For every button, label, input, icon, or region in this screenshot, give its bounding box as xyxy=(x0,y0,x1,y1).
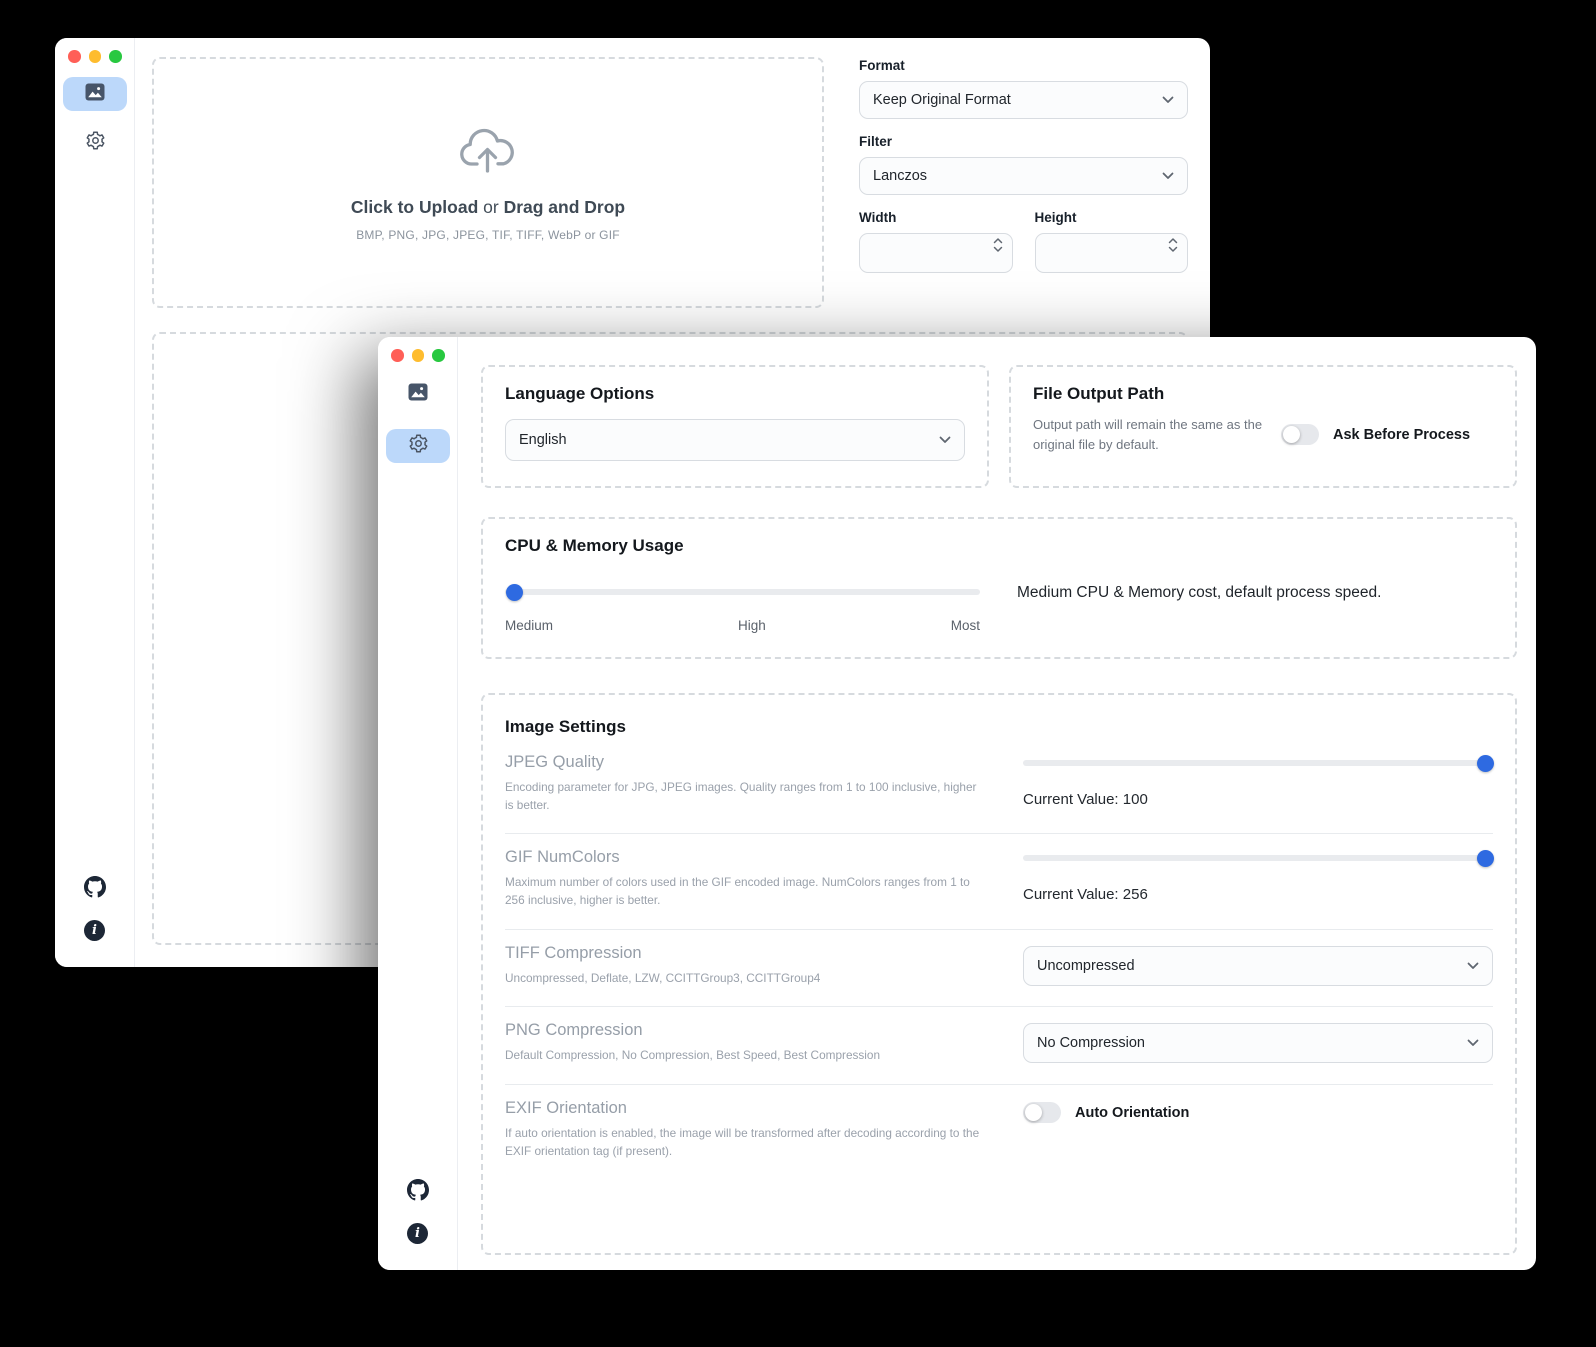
image-settings-title: Image Settings xyxy=(505,717,1493,737)
desktop: i Click to Upload or Drag and Drop BMP, … xyxy=(0,0,1596,1347)
jpeg-quality-slider[interactable] xyxy=(1023,760,1493,766)
file-output-path-panel: File Output Path Output path will remain… xyxy=(1009,365,1517,488)
tiff-compression-title: TIFF Compression xyxy=(505,944,1010,963)
sidebar-item-images[interactable] xyxy=(63,77,127,111)
png-compression-description: Default Compression, No Compression, Bes… xyxy=(505,1047,983,1065)
auto-orientation-toggle[interactable] xyxy=(1023,1102,1061,1123)
gif-numcolors-description: Maximum number of colors used in the GIF… xyxy=(505,874,983,909)
ask-before-process-label: Ask Before Process xyxy=(1333,427,1470,443)
chevron-down-icon xyxy=(1162,168,1174,184)
slider-thumb[interactable] xyxy=(1477,850,1494,867)
close-button[interactable] xyxy=(391,349,404,362)
chevron-down-icon xyxy=(1467,1035,1479,1051)
gif-numcolors-current-value: Current Value: 256 xyxy=(1023,886,1493,903)
cpu-memory-title: CPU & Memory Usage xyxy=(505,536,1493,556)
jpeg-quality-current-value: Current Value: 100 xyxy=(1023,791,1493,808)
gif-numcolors-title: GIF NumColors xyxy=(505,848,1010,867)
width-label: Width xyxy=(859,210,1013,225)
stepper-up-down-icon[interactable] xyxy=(993,237,1003,253)
language-options-panel: Language Options English xyxy=(481,365,989,488)
conversion-form: Format Keep Original Format Filter Lancz… xyxy=(859,58,1188,273)
tiff-compression-select[interactable]: Uncompressed xyxy=(1023,946,1493,986)
tiff-compression-description: Uncompressed, Deflate, LZW, CCITTGroup3,… xyxy=(505,970,983,988)
close-button[interactable] xyxy=(68,50,81,63)
slider-thumb[interactable] xyxy=(1477,755,1494,772)
jpeg-quality-title: JPEG Quality xyxy=(505,753,1010,772)
gif-numcolors-row: GIF NumColors Maximum number of colors u… xyxy=(505,834,1493,929)
jpeg-quality-row: JPEG Quality Encoding parameter for JPG,… xyxy=(505,737,1493,834)
cpu-memory-panel: CPU & Memory Usage Medium High Most Medi… xyxy=(481,517,1517,659)
gear-icon xyxy=(85,130,106,156)
sidebar-item-settings[interactable] xyxy=(63,126,127,160)
filter-label: Filter xyxy=(859,134,1188,149)
chevron-down-icon xyxy=(939,432,951,448)
gear-icon xyxy=(408,433,429,459)
tick-high: High xyxy=(738,618,766,633)
exif-orientation-row: EXIF Orientation If auto orientation is … xyxy=(505,1085,1493,1179)
file-output-path-title: File Output Path xyxy=(1033,384,1493,404)
png-compression-title: PNG Compression xyxy=(505,1021,1010,1040)
zoom-button[interactable] xyxy=(109,50,122,63)
language-options-title: Language Options xyxy=(505,384,965,404)
upload-cloud-icon xyxy=(458,124,518,181)
cpu-memory-status: Medium CPU & Memory cost, default proces… xyxy=(1017,581,1381,633)
sidebar-item-images[interactable] xyxy=(386,377,450,411)
github-icon[interactable] xyxy=(84,876,106,903)
info-icon[interactable]: i xyxy=(84,920,105,941)
cpu-memory-slider[interactable]: Medium High Most xyxy=(505,581,980,633)
image-icon xyxy=(408,383,428,406)
sidebar: i xyxy=(55,38,135,967)
stepper-up-down-icon[interactable] xyxy=(1168,237,1178,253)
supported-formats: BMP, PNG, JPG, JPEG, TIF, TIFF, WebP or … xyxy=(356,228,620,242)
exif-orientation-description: If auto orientation is enabled, the imag… xyxy=(505,1125,1005,1160)
minimize-button[interactable] xyxy=(412,349,425,362)
format-select[interactable]: Keep Original Format xyxy=(859,81,1188,119)
zoom-button[interactable] xyxy=(432,349,445,362)
format-label: Format xyxy=(859,58,1188,73)
settings-window: i Language Options English File Output P… xyxy=(378,337,1536,1270)
jpeg-quality-description: Encoding parameter for JPG, JPEG images.… xyxy=(505,779,983,814)
upload-dropzone[interactable]: Click to Upload or Drag and Drop BMP, PN… xyxy=(152,57,824,308)
window-controls xyxy=(68,50,122,63)
output-path-description: Output path will remain the same as the … xyxy=(1033,415,1265,454)
height-label: Height xyxy=(1035,210,1189,225)
image-settings-panel: Image Settings JPEG Quality Encoding par… xyxy=(481,693,1517,1255)
slider-thumb[interactable] xyxy=(506,584,523,601)
chevron-down-icon xyxy=(1467,958,1479,974)
ask-before-process-toggle[interactable] xyxy=(1281,424,1319,445)
tiff-compression-row: TIFF Compression Uncompressed, Deflate, … xyxy=(505,930,1493,1008)
image-icon xyxy=(85,83,105,106)
info-icon[interactable]: i xyxy=(407,1223,428,1244)
dropzone-title: Click to Upload or Drag and Drop xyxy=(351,197,625,218)
sidebar-item-settings[interactable] xyxy=(386,429,450,463)
window-controls xyxy=(391,349,445,362)
tick-most: Most xyxy=(951,618,980,633)
exif-orientation-title: EXIF Orientation xyxy=(505,1099,1010,1118)
png-compression-row: PNG Compression Default Compression, No … xyxy=(505,1007,1493,1085)
github-icon[interactable] xyxy=(407,1179,429,1206)
tick-medium: Medium xyxy=(505,618,553,633)
height-input[interactable] xyxy=(1035,233,1189,273)
minimize-button[interactable] xyxy=(89,50,102,63)
language-select[interactable]: English xyxy=(505,419,965,461)
auto-orientation-label: Auto Orientation xyxy=(1075,1105,1189,1121)
filter-select[interactable]: Lanczos xyxy=(859,157,1188,195)
width-input[interactable] xyxy=(859,233,1013,273)
sidebar: i xyxy=(378,337,458,1270)
chevron-down-icon xyxy=(1162,92,1174,108)
gif-numcolors-slider[interactable] xyxy=(1023,855,1493,861)
png-compression-select[interactable]: No Compression xyxy=(1023,1023,1493,1063)
